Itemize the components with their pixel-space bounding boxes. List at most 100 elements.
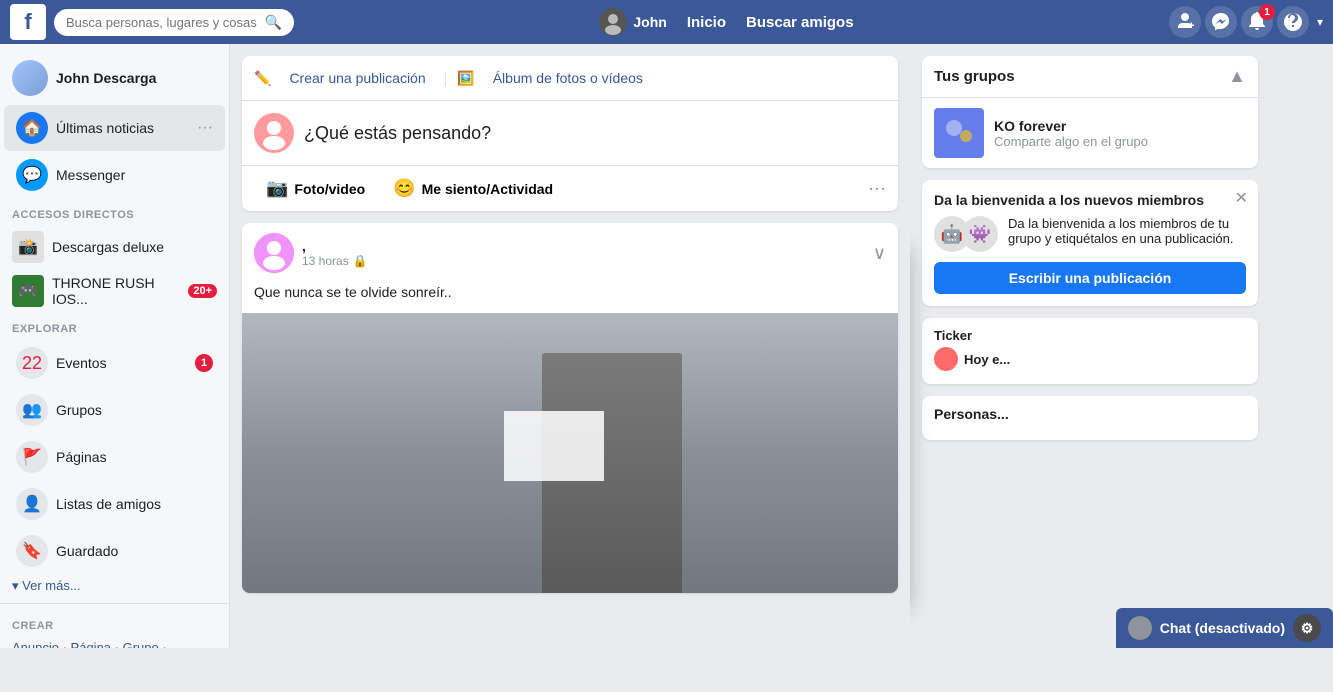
news-feed-post: , 13 horas 🔒 ∨ Que nunca se te olvide so…	[242, 223, 898, 593]
write-post-btn[interactable]: Escribir una publicación	[934, 262, 1246, 294]
sidebar-item-eventos[interactable]: 22 Eventos 1	[4, 340, 225, 386]
more-actions-btn[interactable]: ···	[868, 178, 886, 199]
user-avatar	[599, 8, 627, 36]
sidebar-item-paginas[interactable]: 🚩 Páginas	[4, 434, 225, 480]
accesos-directos-title: ACCESOS DIRECTOS	[0, 199, 229, 225]
search-bar[interactable]: 🔍	[54, 9, 294, 36]
right-sidebar: Tus grupos ▲ KO forever Comparte algo en…	[910, 44, 1270, 648]
throne-rush-badge: 20+	[188, 284, 217, 298]
facebook-logo: f	[10, 4, 46, 40]
post-options-btn[interactable]: ∨	[873, 243, 886, 264]
ticker-card: Ticker Hoy e...	[922, 318, 1258, 384]
album-tab[interactable]: Álbum de fotos o vídeos	[485, 66, 651, 90]
search-input[interactable]	[66, 15, 257, 30]
welcome-banner-title: Da la bienvenida a los nuevos miembros	[934, 192, 1246, 208]
throne-rush-icon: 🎮	[12, 275, 44, 307]
friend-requests-icon[interactable]	[1169, 6, 1201, 38]
welcome-icons: 🤖 👾	[934, 216, 998, 252]
sidebar-item-guardado[interactable]: 🔖 Guardado	[4, 528, 225, 574]
guardado-label: Guardado	[56, 543, 118, 559]
messenger-icon[interactable]	[1205, 6, 1237, 38]
guardado-icon: 🔖	[16, 535, 48, 567]
post-text-content: Que nunca se te olvide sonreír..	[242, 283, 898, 313]
notifications-icon[interactable]: 1	[1241, 6, 1273, 38]
chat-bar-label: Chat (desactivado)	[1160, 620, 1285, 636]
nav-chevron-icon[interactable]: ▾	[1317, 15, 1323, 29]
welcome-banner-close-btn[interactable]: ✕	[1235, 188, 1248, 208]
sidebar-item-listas[interactable]: 👤 Listas de amigos	[4, 481, 225, 527]
main-feed: ✏️ Crear una publicación | 🖼️ Álbum de f…	[230, 44, 910, 648]
ticker-today-text: Hoy e...	[964, 352, 1010, 367]
groups-collapse-btn[interactable]: ▲	[1228, 66, 1246, 87]
sidebar-item-news-feed[interactable]: 🏠 Últimas noticias ···	[4, 105, 225, 151]
news-feed-dots[interactable]: ···	[197, 119, 213, 137]
welcome-banner: ✕ Da la bienvenida a los nuevos miembros…	[922, 180, 1258, 306]
welcome-banner-body: 🤖 👾 Da la bienvenida a los miembros de t…	[934, 216, 1246, 252]
chat-bar-avatar	[1128, 616, 1152, 640]
photo-video-btn[interactable]: 📷 Foto/video	[254, 172, 377, 205]
notification-badge: 1	[1259, 4, 1275, 20]
create-post-tab[interactable]: Crear una publicación	[281, 66, 433, 90]
group-item-ko-forever[interactable]: KO forever Comparte algo en el grupo	[922, 98, 1258, 168]
post-author-avatar	[254, 233, 294, 273]
create-grupo[interactable]: Grupo	[123, 640, 159, 648]
sidebar-user-profile[interactable]: John Descarga	[0, 52, 229, 104]
composer-separator: |	[444, 70, 448, 86]
search-icon: 🔍	[265, 14, 282, 31]
sidebar-item-grupos[interactable]: 👥 Grupos	[4, 387, 225, 433]
grupos-icon: 👥	[16, 394, 48, 426]
eventos-icon: 22	[16, 347, 48, 379]
welcome-icon-2: 👾	[962, 216, 998, 252]
descargas-icon: 📸	[12, 231, 44, 263]
sidebar-item-messenger[interactable]: 💬 Messenger	[4, 152, 225, 198]
post-meta: , 13 horas 🔒	[302, 238, 865, 268]
groups-card: Tus grupos ▲ KO forever Comparte algo en…	[922, 56, 1258, 168]
nav-home[interactable]: Inicio	[687, 14, 726, 31]
grupos-label: Grupos	[56, 402, 102, 418]
group-avatar	[934, 108, 984, 158]
nav-find-friends[interactable]: Buscar amigos	[746, 14, 854, 31]
nav-icons: 1 ▾	[1169, 6, 1323, 38]
help-icon[interactable]	[1277, 6, 1309, 38]
paginas-label: Páginas	[56, 449, 107, 465]
paginas-icon: 🚩	[16, 441, 48, 473]
user-name-label: John	[633, 14, 666, 30]
chat-bar[interactable]: Chat (desactivado) ⚙	[1116, 608, 1333, 648]
groups-title: Tus grupos	[934, 68, 1228, 85]
descargas-label: Descargas deluxe	[52, 239, 164, 255]
sidebar-divider	[0, 603, 229, 604]
ver-mas-link[interactable]: ▾ Ver más...	[0, 575, 229, 597]
chat-gear-button[interactable]: ⚙	[1293, 614, 1321, 642]
composer-body[interactable]: ¿Qué estás pensando?	[242, 101, 898, 165]
explorar-title: EXPLORAR	[0, 313, 229, 339]
shortcut-throne-rush[interactable]: 🎮 THRONE RUSH IOS... 20+	[0, 269, 229, 313]
top-navigation: f 🔍 John Inicio Buscar amigos 1 ▾	[0, 0, 1333, 44]
group-name: KO forever	[994, 118, 1246, 134]
eventos-badge: 1	[195, 354, 213, 372]
group-info: KO forever Comparte algo en el grupo	[994, 118, 1246, 149]
sidebar-user-name: John Descarga	[56, 70, 156, 86]
listas-icon: 👤	[16, 488, 48, 520]
feeling-btn[interactable]: 😊 Me siento/Actividad	[381, 172, 565, 205]
composer-prompt-text[interactable]: ¿Qué estás pensando?	[304, 123, 491, 144]
eventos-label: Eventos	[56, 355, 107, 371]
photo-icon: 📷	[266, 178, 288, 199]
ticker-avatar	[934, 347, 958, 371]
page-layout: John Descarga 🏠 Últimas noticias ··· 💬 M…	[0, 44, 1333, 648]
news-feed-label: Últimas noticias	[56, 120, 154, 136]
post-time: 13 horas 🔒	[302, 254, 865, 268]
groups-header: Tus grupos ▲	[922, 56, 1258, 98]
ticker-label: Ticker	[934, 328, 972, 343]
sidebar-avatar	[12, 60, 48, 96]
create-links: Anuncio · Página · Grupo · Evento	[0, 636, 229, 648]
user-profile-link[interactable]: John	[599, 8, 666, 36]
post-image	[242, 313, 898, 593]
create-pagina[interactable]: Página	[71, 640, 111, 648]
nav-center: John Inicio Buscar amigos	[294, 8, 1159, 36]
ticker-today: Hoy e...	[934, 347, 1246, 374]
create-anuncio[interactable]: Anuncio	[12, 640, 59, 648]
post-composer: ✏️ Crear una publicación | 🖼️ Álbum de f…	[242, 56, 898, 211]
shortcut-descargas[interactable]: 📸 Descargas deluxe	[0, 225, 229, 269]
crear-title: CREAR	[0, 610, 229, 636]
post-author-name: ,	[302, 238, 865, 254]
